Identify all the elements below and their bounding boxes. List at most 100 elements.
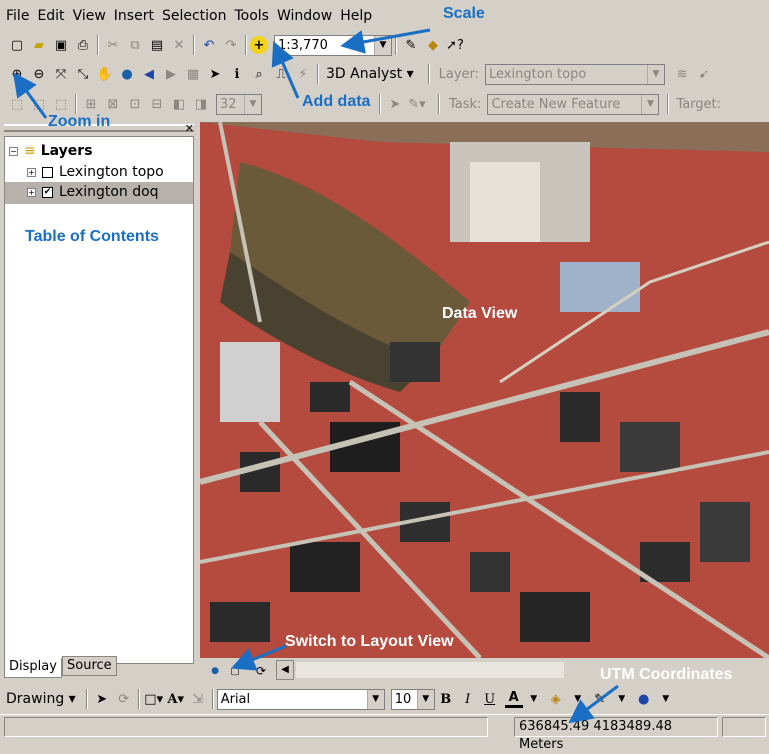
- expand-icon[interactable]: +: [27, 167, 36, 177]
- layout-tool-icon-6[interactable]: ◨: [190, 93, 212, 115]
- sketch-pointer-icon[interactable]: ➤: [384, 93, 406, 115]
- chevron-down-icon[interactable]: ▼: [374, 35, 391, 55]
- chevron-down-icon[interactable]: ▼: [416, 689, 434, 709]
- menu-tools[interactable]: Tools: [234, 8, 269, 24]
- font-color-icon[interactable]: A: [504, 690, 523, 708]
- redo-icon[interactable]: ↷: [220, 34, 242, 56]
- cut-icon[interactable]: ✂: [102, 34, 124, 56]
- fixed-zoom-in-icon[interactable]: ⤧: [50, 63, 72, 85]
- data-view-icon[interactable]: ●: [204, 660, 226, 682]
- select-features-icon[interactable]: ▦: [182, 63, 204, 85]
- chevron-down-icon[interactable]: ▼: [611, 688, 633, 710]
- edit-tool-icon[interactable]: ⬚: [6, 93, 28, 115]
- paste-icon[interactable]: ▤: [146, 34, 168, 56]
- layout-tool-icon-5[interactable]: ◧: [168, 93, 190, 115]
- measure-icon[interactable]: ⎍: [270, 63, 292, 85]
- drawing-menu[interactable]: Drawing ▾: [6, 691, 76, 707]
- find-icon[interactable]: ⌕: [248, 63, 270, 85]
- menu-view[interactable]: View: [73, 8, 106, 24]
- rotate-icon[interactable]: ⟳: [113, 688, 135, 710]
- copy-icon[interactable]: ⧉: [124, 34, 146, 56]
- edit-icon-2[interactable]: ⬚: [28, 93, 50, 115]
- full-extent-icon[interactable]: ●: [116, 63, 138, 85]
- separator: [137, 689, 140, 709]
- chevron-down-icon[interactable]: ▼: [523, 688, 545, 710]
- print-icon[interactable]: ⎙: [72, 34, 94, 56]
- marker-color-icon[interactable]: ●: [633, 688, 655, 710]
- task-combo[interactable]: Create New Feature ▼: [487, 93, 660, 115]
- layer-item[interactable]: + Lexington topo: [27, 164, 164, 180]
- text-tool-icon[interactable]: A ▾: [165, 688, 187, 710]
- layout-tool-icon[interactable]: ⊞: [80, 93, 102, 115]
- select-elements-icon[interactable]: ➤: [91, 688, 113, 710]
- identify-icon[interactable]: ℹ: [226, 63, 248, 85]
- layout-tool-icon-2[interactable]: ⊠: [102, 93, 124, 115]
- chevron-down-icon[interactable]: ▼: [567, 688, 589, 710]
- pan-icon[interactable]: ✋: [94, 63, 116, 85]
- font-combo[interactable]: Arial ▼: [216, 688, 385, 710]
- data-view-map[interactable]: [200, 122, 769, 658]
- select-elements-icon[interactable]: ➤: [204, 63, 226, 85]
- expand-icon[interactable]: +: [27, 187, 36, 197]
- refresh-icon[interactable]: ⟳: [250, 660, 272, 682]
- menu-help[interactable]: Help: [340, 8, 372, 24]
- font-size-combo[interactable]: 10 ▼: [390, 688, 435, 710]
- whats-this-icon[interactable]: ➚?: [444, 34, 466, 56]
- underline-button[interactable]: U: [479, 688, 501, 710]
- hyperlink-icon[interactable]: ⚡: [292, 63, 314, 85]
- delete-icon[interactable]: ✕: [168, 34, 190, 56]
- scale-combo[interactable]: 1:3,770 ▼: [274, 34, 392, 56]
- editor-toolbar-icon[interactable]: ✎: [400, 34, 422, 56]
- menu-edit[interactable]: Edit: [37, 8, 64, 24]
- contour-icon[interactable]: ≋: [671, 63, 693, 85]
- arctoolbox-icon[interactable]: ◆: [422, 34, 444, 56]
- chevron-down-icon[interactable]: ▼: [647, 64, 665, 84]
- zoom-in-icon[interactable]: ⊕: [6, 63, 28, 85]
- chevron-down-icon[interactable]: ▼: [366, 689, 384, 709]
- undo-icon[interactable]: ↶: [198, 34, 220, 56]
- tab-display[interactable]: Display: [4, 658, 62, 678]
- horizontal-scrollbar[interactable]: [296, 662, 564, 678]
- menu-insert[interactable]: Insert: [114, 8, 154, 24]
- layer-checkbox-checked[interactable]: ✔: [42, 186, 53, 198]
- fixed-zoom-out-icon[interactable]: ⤡: [72, 63, 94, 85]
- layer-checkbox[interactable]: [42, 166, 53, 178]
- close-icon[interactable]: ✕: [185, 122, 194, 135]
- layers-root[interactable]: − ≡ Layers: [9, 143, 93, 159]
- menu-window[interactable]: Window: [277, 8, 332, 24]
- sketch-pencil-icon[interactable]: ✎▾: [406, 93, 428, 115]
- layers-root-label: Layers: [40, 143, 93, 159]
- chevron-down-icon[interactable]: ▼: [641, 94, 659, 114]
- back-extent-icon[interactable]: ◀: [138, 63, 160, 85]
- collapse-icon[interactable]: −: [9, 146, 18, 156]
- forward-extent-icon[interactable]: ▶: [160, 63, 182, 85]
- add-data-icon[interactable]: +: [250, 36, 268, 54]
- edit-vertices-icon[interactable]: ⇲: [187, 688, 209, 710]
- layout-tool-icon-4[interactable]: ⊟: [146, 93, 168, 115]
- menu-selection[interactable]: Selection: [162, 8, 227, 24]
- rectangle-icon[interactable]: □▾: [143, 688, 165, 710]
- font-size-value: 10: [394, 691, 412, 707]
- layout-view-icon[interactable]: ▢: [224, 660, 246, 682]
- 3d-analyst-menu[interactable]: 3D Analyst ▾: [326, 66, 414, 82]
- tab-source[interactable]: Source: [62, 656, 117, 676]
- zoom-out-icon[interactable]: ⊖: [28, 63, 50, 85]
- layer-combo[interactable]: Lexington topo ▼: [485, 63, 666, 85]
- save-icon[interactable]: ▣: [50, 34, 72, 56]
- menu-file[interactable]: File: [6, 8, 29, 24]
- scroll-left-icon[interactable]: ◀: [276, 660, 294, 680]
- size-combo[interactable]: 32 ▼: [216, 93, 262, 115]
- edit-icon-3[interactable]: ⬚: [50, 93, 72, 115]
- layout-tool-icon-3[interactable]: ⊡: [124, 93, 146, 115]
- chevron-down-icon[interactable]: ▼: [244, 94, 261, 114]
- new-icon[interactable]: ▢: [6, 34, 28, 56]
- layer-item[interactable]: + ✔ Lexington doq: [27, 184, 159, 200]
- open-icon[interactable]: ▰: [28, 34, 50, 56]
- bold-button[interactable]: B: [435, 688, 457, 710]
- 3d-analyst-label: 3D Analyst: [326, 66, 403, 82]
- italic-button[interactable]: I: [457, 688, 479, 710]
- line-color-icon[interactable]: ✎: [589, 688, 611, 710]
- fill-color-icon[interactable]: ◈: [545, 688, 567, 710]
- steepest-path-icon[interactable]: ➹: [693, 63, 715, 85]
- chevron-down-icon[interactable]: ▼: [655, 688, 677, 710]
